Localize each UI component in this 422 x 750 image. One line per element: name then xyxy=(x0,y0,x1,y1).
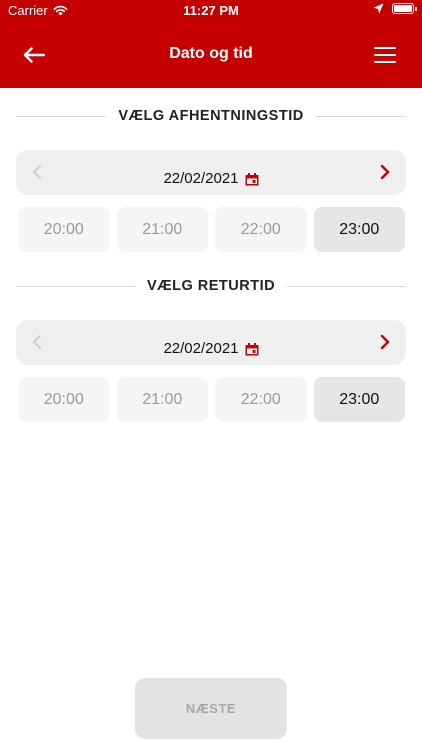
status-time: 11:27 PM xyxy=(183,3,239,18)
return-slot-22[interactable]: 22:00 xyxy=(215,377,307,422)
status-bar: Carrier 11:27 PM xyxy=(0,0,422,21)
page-title: Dato og tid xyxy=(169,45,253,62)
divider xyxy=(287,285,407,287)
pickup-date-text: 22/02/2021 xyxy=(163,170,239,187)
divider xyxy=(16,285,135,287)
return-slot-23[interactable]: 23:00 xyxy=(313,377,405,422)
return-date-text: 22/02/2021 xyxy=(163,340,239,357)
app-header: Dato og tid xyxy=(0,21,422,88)
pickup-time-slots: 20:00 21:00 22:00 23:00 xyxy=(18,207,405,252)
pickup-date-selector: 22/02/2021 xyxy=(16,150,406,195)
return-next-date-button[interactable] xyxy=(376,332,394,352)
return-time-slots: 20:00 21:00 22:00 23:00 xyxy=(18,377,405,422)
pickup-date-display[interactable]: 22/02/2021 xyxy=(16,170,406,187)
return-slot-20[interactable]: 20:00 xyxy=(18,377,110,422)
return-date-display[interactable]: 22/02/2021 xyxy=(16,340,406,357)
pickup-section-heading: VÆLG AFHENTNINGSTID xyxy=(16,106,407,126)
return-date-selector: 22/02/2021 xyxy=(16,320,406,365)
return-slot-21[interactable]: 21:00 xyxy=(116,377,208,422)
pickup-slot-20[interactable]: 20:00 xyxy=(18,207,110,252)
return-heading-label: VÆLG RETURTID xyxy=(146,278,276,294)
next-button[interactable]: NÆSTE xyxy=(135,678,287,739)
menu-button[interactable] xyxy=(374,45,396,65)
pickup-heading-label: VÆLG AFHENTNINGSTID xyxy=(118,108,304,124)
status-indicators xyxy=(373,3,417,14)
return-section-heading: VÆLG RETURTID xyxy=(16,276,407,296)
pickup-slot-23[interactable]: 23:00 xyxy=(313,207,405,252)
chevron-right-icon xyxy=(380,334,390,350)
chevron-right-icon xyxy=(380,164,390,180)
pickup-slot-22[interactable]: 22:00 xyxy=(215,207,307,252)
calendar-icon xyxy=(245,173,259,186)
calendar-icon xyxy=(245,343,259,356)
divider xyxy=(16,115,107,117)
pickup-next-date-button[interactable] xyxy=(376,162,394,182)
pickup-slot-21[interactable]: 21:00 xyxy=(116,207,208,252)
location-arrow-icon xyxy=(373,3,384,14)
divider xyxy=(315,115,407,117)
hamburger-menu-icon xyxy=(374,47,396,49)
battery-icon xyxy=(392,3,417,14)
